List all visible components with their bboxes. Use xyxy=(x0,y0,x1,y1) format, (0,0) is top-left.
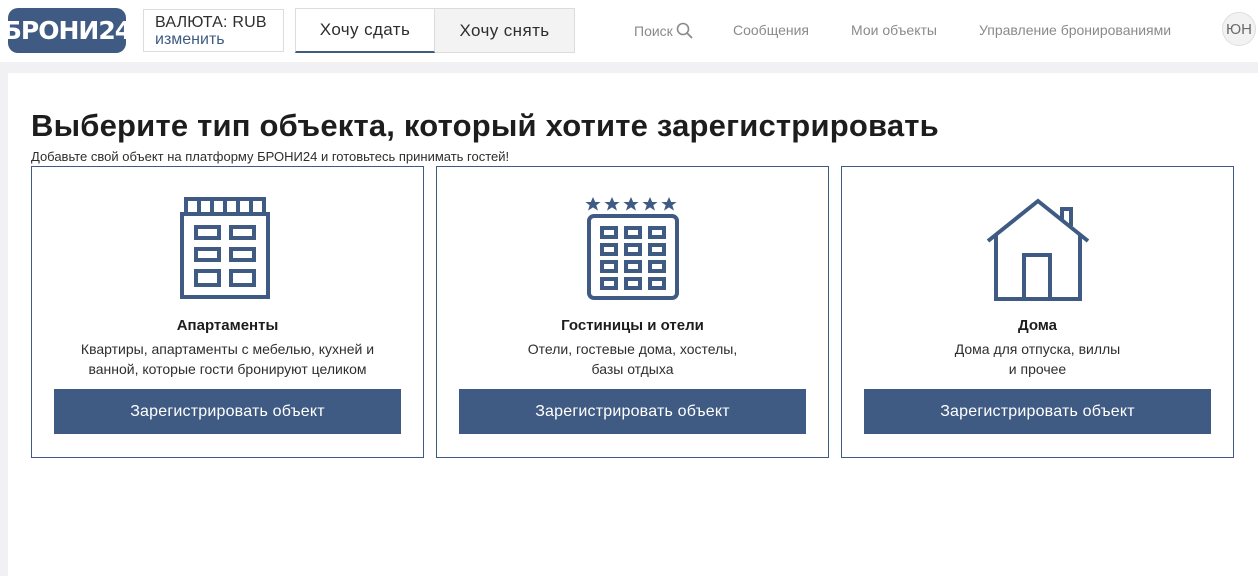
card-description: Отели, гостевые дома, хостелы, базы отды… xyxy=(437,339,828,379)
top-header: БРОНИ24 ВАЛЮТА: RUB изменить Хочу сдать … xyxy=(0,0,1258,62)
card-description: Дома для отпуска, виллы и прочее xyxy=(842,339,1233,379)
mode-tabs: Хочу сдать Хочу снять xyxy=(295,8,575,53)
property-type-card-hotels: Гостиницы и отели Отели, гостевые дома, … xyxy=(436,166,829,458)
nav-booking-management[interactable]: Управление бронированиями xyxy=(979,22,1171,38)
card-title: Дома xyxy=(1017,317,1058,334)
house-icon xyxy=(842,197,1233,311)
card-description-line: базы отдыха xyxy=(591,361,674,377)
apartment-building-icon xyxy=(32,197,423,311)
currency-label: ВАЛЮТА: RUB xyxy=(155,14,267,31)
property-type-card-apartments: Апартаменты Квартиры, апартаменты с мебе… xyxy=(31,166,424,458)
nav-my-objects[interactable]: Мои объекты xyxy=(851,22,937,38)
card-description-line: ванной, которые гости бронируют целиком xyxy=(88,361,367,377)
register-object-button[interactable]: Зарегистрировать объект xyxy=(864,389,1211,434)
card-description: Квартиры, апартаменты с мебелью, кухней … xyxy=(32,339,423,379)
card-title: Гостиницы и отели xyxy=(561,317,704,334)
property-type-card-houses: Дома Дома для отпуска, виллы и прочее За… xyxy=(841,166,1234,458)
page-title: Выберите тип объекта, который хотите зар… xyxy=(31,108,939,143)
nav-messages[interactable]: Сообщения xyxy=(733,22,809,38)
brand-logo[interactable]: БРОНИ24 xyxy=(3,8,132,53)
nav-search[interactable]: Поиск xyxy=(634,22,693,39)
main-content: Выберите тип объекта, который хотите зар… xyxy=(8,73,1258,576)
currency-selector: ВАЛЮТА: RUB изменить xyxy=(143,9,284,52)
user-avatar[interactable]: ЮН xyxy=(1222,12,1256,46)
card-title: Апартаменты xyxy=(176,317,279,334)
change-currency-link[interactable]: изменить xyxy=(155,31,283,48)
nav-search-label: Поиск xyxy=(634,22,673,39)
register-object-button[interactable]: Зарегистрировать объект xyxy=(459,389,806,434)
tab-rent[interactable]: Хочу снять xyxy=(435,8,575,53)
card-description-line: Дома для отпуска, виллы xyxy=(954,341,1121,357)
tab-rent-out[interactable]: Хочу сдать xyxy=(295,8,435,53)
card-description-line: Отели, гостевые дома, хостелы, xyxy=(527,341,738,357)
card-description-line: и прочее xyxy=(1008,361,1067,377)
card-description-line: Квартиры, апартаменты с мебелью, кухней … xyxy=(80,341,375,357)
hotel-stars-icon xyxy=(437,197,828,311)
search-icon xyxy=(676,22,693,39)
register-object-button[interactable]: Зарегистрировать объект xyxy=(54,389,401,434)
page-subtitle: Добавьте свой объект на платформу БРОНИ2… xyxy=(31,149,510,164)
